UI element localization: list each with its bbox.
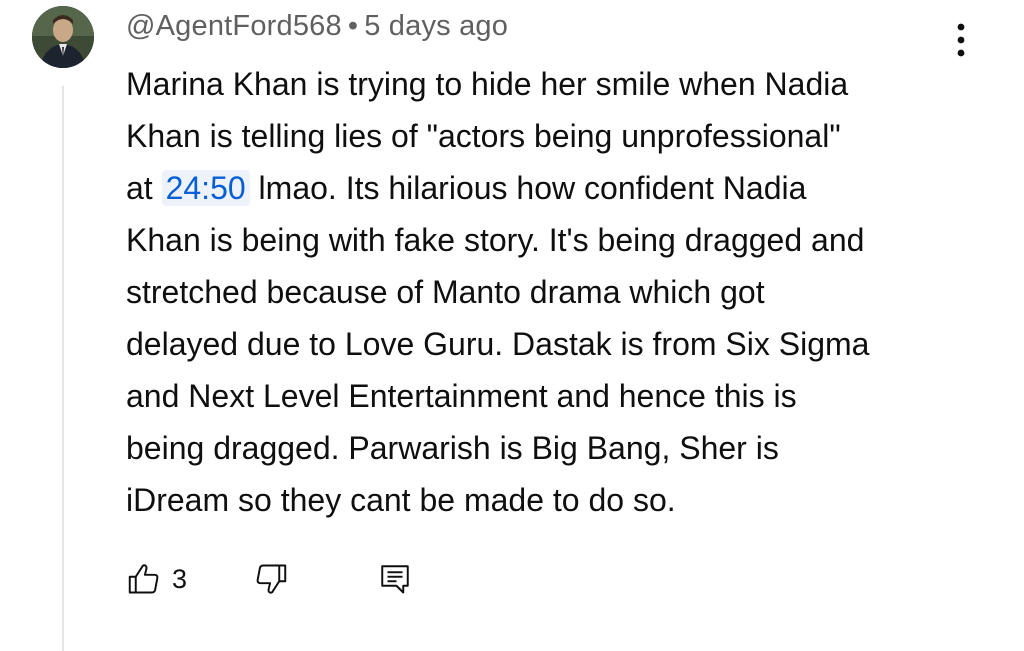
like-count: 3 xyxy=(172,563,188,594)
comment-header: @AgentFord568 • 5 days ago xyxy=(126,10,508,43)
comment-line-prefix: at xyxy=(126,170,162,206)
comment-line-suffix: lmao. Its hilarious how confident Nadia xyxy=(249,170,807,206)
separator: • xyxy=(347,10,359,42)
avatar[interactable] xyxy=(32,6,94,68)
comment-actions: 3 xyxy=(126,556,413,602)
comment: @AgentFord568 • 5 days ago Marina Khan is … xyxy=(0,0,1024,651)
reply-button[interactable] xyxy=(377,556,413,602)
comment-line: stretched because of Manto drama which g… xyxy=(126,274,765,310)
comment-line: and Next Level Entertainment and hence t… xyxy=(126,378,797,414)
dislike-button[interactable] xyxy=(253,556,289,602)
comment-line: Khan is being with fake story. It's bein… xyxy=(126,222,865,258)
avatar-image xyxy=(32,6,94,68)
comment-line: Marina Khan is trying to hide her smile … xyxy=(126,66,849,102)
timestamp-link[interactable]: 24:50 xyxy=(161,170,250,206)
comment-line: Khan is telling lies of "actors being un… xyxy=(126,118,841,154)
more-vert-icon xyxy=(957,23,965,57)
comment-reply-icon xyxy=(381,565,409,594)
thumb-down-icon xyxy=(256,564,287,594)
time-ago[interactable]: 5 days ago xyxy=(364,10,508,42)
thumb-up-icon xyxy=(128,564,159,594)
comment-line: iDream so they cant be made to do so. xyxy=(126,482,676,518)
comment-line: delayed due to Love Guru. Dastak is from… xyxy=(126,326,870,362)
comment-line: being dragged. Parwarish is Big Bang, Sh… xyxy=(126,430,779,466)
thread-line xyxy=(62,86,64,651)
more-actions-button[interactable] xyxy=(944,18,978,62)
author-name[interactable]: @AgentFord568 xyxy=(126,10,342,42)
comment-line: at 24:50 lmao. Its hilarious how confide… xyxy=(126,162,986,214)
like-button[interactable]: 3 xyxy=(126,556,187,602)
comment-body: Marina Khan is trying to hide her smile … xyxy=(126,58,986,526)
